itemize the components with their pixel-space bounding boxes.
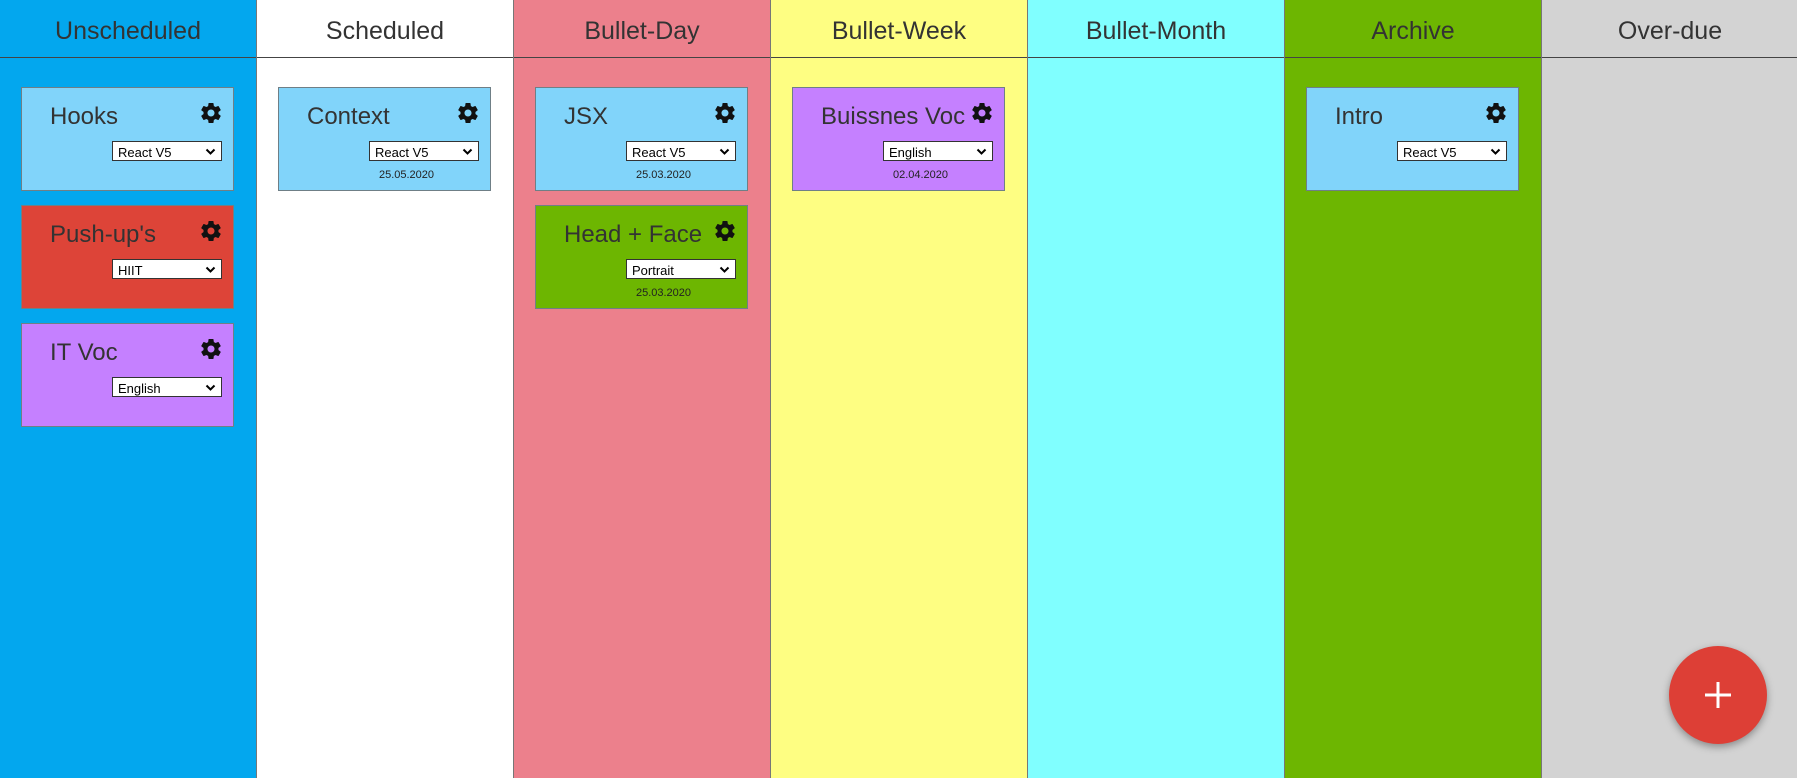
column-header-bullet-week: Bullet-Week [771,0,1027,58]
column-header-bullet-month: Bullet-Month [1028,0,1284,58]
card-title: JSX [564,103,609,130]
card-title: Context [307,103,390,130]
task-card[interactable]: Context React V5 25.05.2020 [278,87,491,191]
card-date: 25.03.2020 [635,287,692,299]
category-select[interactable]: React V5 [626,141,736,161]
task-card[interactable]: Head + Face Portrait 25.03.2020 [535,205,748,309]
chevron-down-icon [1490,145,1501,156]
category-select-value: React V5 [632,145,686,160]
column-bullet-day: Bullet-Day JSX React V5 25.03.2020 Head + F… [514,0,771,778]
task-card[interactable]: Hooks React V5 [21,87,234,191]
category-select[interactable]: English [112,377,222,397]
column-over-due: Over-due [1542,0,1797,778]
gear-icon[interactable] [456,101,480,125]
card-list: Hooks React V5 Push-up's HIIT IT Voc English [0,58,256,427]
column-header-scheduled: Scheduled [257,0,513,58]
chevron-down-icon [976,145,987,156]
chevron-down-icon [719,263,730,274]
add-card-button[interactable] [1669,646,1767,744]
kanban-board: Unscheduled Hooks React V5 Push-up's HIIT IT… [0,0,1797,778]
column-header-bullet-day: Bullet-Day [514,0,770,58]
category-select[interactable]: React V5 [369,141,479,161]
card-date: 02.04.2020 [892,169,949,181]
card-title: Buissnes Voc [821,103,966,130]
card-list [1542,58,1797,87]
task-card[interactable]: Push-up's HIIT [21,205,234,309]
column-bullet-month: Bullet-Month [1028,0,1285,778]
category-select[interactable]: React V5 [112,141,222,161]
plus-icon [1705,682,1731,708]
column-header-unscheduled: Unscheduled [0,0,256,58]
card-title: Intro [1335,103,1384,130]
card-title: Head + Face [564,221,703,248]
card-title: Hooks [50,103,119,130]
column-unscheduled: Unscheduled Hooks React V5 Push-up's HIIT IT… [0,0,257,778]
gear-icon[interactable] [199,101,223,125]
card-date: 25.05.2020 [378,169,435,181]
category-select-value: English [118,381,161,396]
category-select-value: HIIT [118,263,143,278]
gear-icon[interactable] [1484,101,1508,125]
chevron-down-icon [205,263,216,274]
column-header-archive: Archive [1285,0,1541,58]
chevron-down-icon [462,145,473,156]
card-list: Intro React V5 [1285,58,1541,191]
task-card[interactable]: Buissnes Voc English 02.04.2020 [792,87,1005,191]
gear-icon[interactable] [713,219,737,243]
gear-icon[interactable] [199,219,223,243]
category-select-value: English [889,145,932,160]
task-card[interactable]: Intro React V5 [1306,87,1519,191]
category-select-value: React V5 [1403,145,1457,160]
category-select[interactable]: HIIT [112,259,222,279]
gear-icon[interactable] [713,101,737,125]
task-card[interactable]: IT Voc English [21,323,234,427]
card-date: 25.03.2020 [635,169,692,181]
category-select-value: React V5 [118,145,172,160]
category-select-value: React V5 [375,145,429,160]
category-select-value: Portrait [632,263,674,278]
chevron-down-icon [719,145,730,156]
category-select[interactable]: Portrait [626,259,736,279]
card-title: IT Voc [50,339,118,366]
chevron-down-icon [205,145,216,156]
card-list: Context React V5 25.05.2020 [257,58,513,191]
gear-icon[interactable] [199,337,223,361]
column-bullet-week: Bullet-Week Buissnes Voc English 02.04.202… [771,0,1028,778]
gear-icon[interactable] [970,101,994,125]
card-title: Push-up's [50,221,156,248]
column-header-over-due: Over-due [1542,0,1797,58]
category-select[interactable]: React V5 [1397,141,1507,161]
column-scheduled: Scheduled Context React V5 25.05.2020 [257,0,514,778]
task-card[interactable]: JSX React V5 25.03.2020 [535,87,748,191]
column-archive: Archive Intro React V5 [1285,0,1542,778]
chevron-down-icon [205,381,216,392]
category-select[interactable]: English [883,141,993,161]
card-list [1028,58,1284,87]
card-list: JSX React V5 25.03.2020 Head + Face Portrait… [514,58,770,309]
card-list: Buissnes Voc English 02.04.2020 [771,58,1027,191]
